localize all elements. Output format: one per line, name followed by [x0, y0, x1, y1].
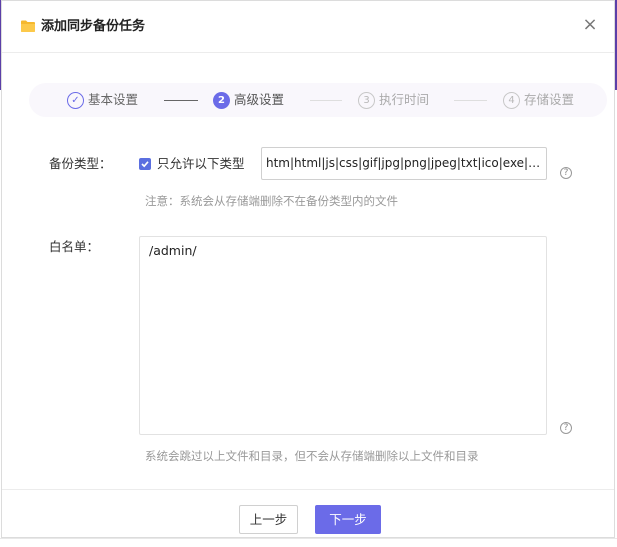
check-icon — [141, 161, 149, 168]
step-basic-settings[interactable]: ✓ 基本设置 — [67, 91, 138, 109]
help-icon[interactable]: ? — [560, 422, 572, 434]
step-label: 存储设置 — [524, 92, 575, 107]
only-allow-label[interactable]: 只允许以下类型 — [157, 156, 245, 172]
step-number: 4 — [503, 91, 520, 109]
dialog-title: 添加同步备份任务 — [41, 19, 146, 34]
step-label: 基本设置 — [88, 92, 139, 107]
check-icon: ✓ — [67, 91, 84, 109]
folder-icon — [21, 20, 35, 32]
step-progress: ✓ 基本设置 2 高级设置 3 执行时间 4 存储设置 — [29, 83, 607, 117]
add-sync-backup-dialog: 添加同步备份任务 × ✓ 基本设置 2 高级设置 3 执行时间 4 存储设置 备… — [1, 0, 615, 538]
whitelist-label: 白名单： — [49, 239, 100, 254]
step-number: 2 — [213, 91, 230, 109]
next-step-button[interactable]: 下一步 — [315, 505, 381, 534]
step-label: 高级设置 — [234, 92, 285, 107]
backup-types-input[interactable]: htm|html|js|css|gif|jpg|png|jpeg|txt|ico… — [261, 147, 547, 180]
only-allow-checkbox[interactable] — [139, 158, 151, 170]
step-label: 执行时间 — [379, 92, 430, 107]
dialog-footer: 上一步 下一步 — [2, 489, 614, 539]
previous-step-button[interactable]: 上一步 — [239, 505, 298, 534]
whitelist-textarea[interactable]: /admin/ — [139, 236, 547, 435]
backup-type-label: 备份类型： — [49, 156, 112, 171]
whitelist-note: 系统会跳过以上文件和目录，但不会从存储端删除以上文件和目录 — [145, 449, 479, 463]
step-advanced-settings[interactable]: 2 高级设置 — [213, 91, 284, 109]
step-connector — [164, 100, 198, 101]
step-storage-settings[interactable]: 4 存储设置 — [503, 91, 574, 109]
background-table-row — [0, 538, 617, 547]
types-note: 注意：系统会从存储端删除不在备份类型内的文件 — [145, 194, 398, 208]
step-number: 3 — [358, 91, 375, 109]
step-execution-time[interactable]: 3 执行时间 — [358, 91, 429, 109]
dialog-header: 添加同步备份任务 × — [2, 1, 614, 53]
step-connector — [310, 100, 342, 101]
close-icon[interactable]: × — [580, 15, 600, 35]
help-icon[interactable]: ? — [560, 167, 572, 179]
step-connector — [454, 100, 487, 101]
